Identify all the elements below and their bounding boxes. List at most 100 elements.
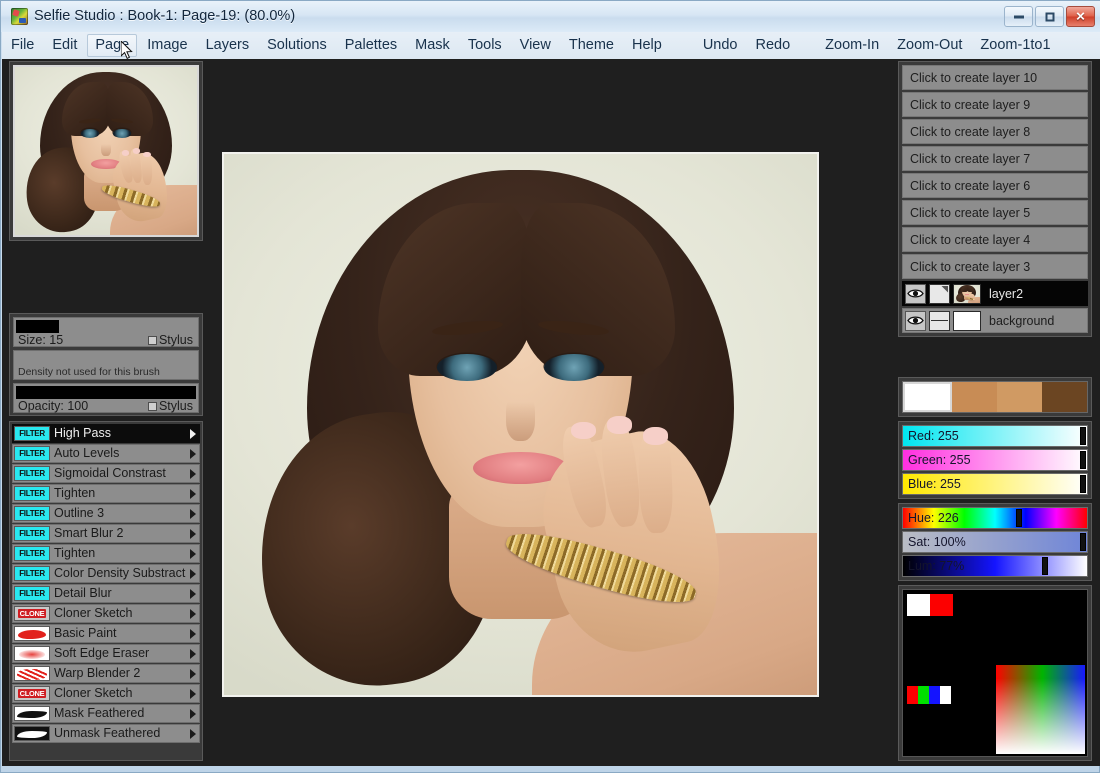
menu-item-page[interactable]: Page [87, 34, 137, 57]
chevron-right-icon[interactable] [190, 729, 196, 739]
palette-swatch[interactable] [903, 382, 952, 412]
luminance-slider[interactable]: Lum: 77% [902, 555, 1088, 577]
tool-item[interactable]: FILTERDetail Blur [12, 584, 200, 603]
saturation-slider-knob[interactable] [1080, 533, 1086, 551]
tool-item[interactable]: FILTERTighten [12, 544, 200, 563]
brush-opacity-slider[interactable]: Opacity: 100 Stylus [13, 383, 199, 413]
blue-slider[interactable]: Blue: 255 [902, 473, 1088, 495]
menu-item-edit[interactable]: Edit [44, 34, 85, 57]
hue-slider[interactable]: Hue: 226 [902, 507, 1088, 529]
tool-item[interactable]: FILTERColor Density Substract [12, 564, 200, 583]
green-slider[interactable]: Green: 255 [902, 449, 1088, 471]
chevron-right-icon[interactable] [190, 469, 196, 479]
preview-thumbnail[interactable] [13, 65, 199, 237]
brush-opacity-stylus-toggle[interactable]: Stylus [148, 399, 193, 413]
picker-gradient-square[interactable] [996, 665, 1085, 754]
chevron-right-icon[interactable] [190, 649, 196, 659]
layer-create-slot[interactable]: Click to create layer 5 [902, 200, 1088, 225]
layer-create-slot[interactable]: Click to create layer 9 [902, 92, 1088, 117]
close-button[interactable]: ✕ [1066, 6, 1095, 27]
picker-swatch-red[interactable] [930, 594, 953, 616]
preview-panel[interactable] [9, 61, 203, 241]
brush-size-stylus-toggle[interactable]: Stylus [148, 333, 193, 347]
tool-item[interactable]: Basic Paint [12, 624, 200, 643]
menu-item-layers[interactable]: Layers [198, 34, 258, 57]
menu-item-view[interactable]: View [512, 34, 559, 57]
chevron-right-icon[interactable] [190, 609, 196, 619]
menu-item-image[interactable]: Image [139, 34, 195, 57]
brush-size-track[interactable] [16, 320, 196, 333]
chevron-right-icon[interactable] [190, 449, 196, 459]
picker-strip-swatch[interactable] [918, 686, 929, 704]
menu-item-zoom-1to1[interactable]: Zoom-1to1 [972, 34, 1058, 57]
palette-swatch[interactable] [1042, 382, 1087, 412]
tool-item[interactable]: FILTERTighten [12, 484, 200, 503]
layer-create-slot[interactable]: Click to create layer 7 [902, 146, 1088, 171]
picker-rgbw-strip[interactable] [907, 686, 951, 704]
checkbox-icon[interactable] [148, 402, 157, 411]
layer-create-slot[interactable]: Click to create layer 6 [902, 173, 1088, 198]
canvas-image[interactable] [222, 152, 819, 697]
layer-create-slot[interactable]: Click to create layer 8 [902, 119, 1088, 144]
chevron-right-icon[interactable] [190, 589, 196, 599]
chevron-right-icon[interactable] [190, 429, 196, 439]
hue-slider-knob[interactable] [1016, 509, 1022, 527]
menu-item-zoom-out[interactable]: Zoom-Out [889, 34, 970, 57]
menu-item-palettes[interactable]: Palettes [337, 34, 405, 57]
brush-opacity-track[interactable] [16, 386, 196, 399]
chevron-right-icon[interactable] [190, 569, 196, 579]
layer-visibility-toggle[interactable] [905, 284, 926, 304]
menu-item-tools[interactable]: Tools [460, 34, 510, 57]
chevron-right-icon[interactable] [190, 489, 196, 499]
layer-row[interactable]: background [902, 308, 1088, 333]
chevron-right-icon[interactable] [190, 669, 196, 679]
page-fold-icon[interactable] [929, 284, 950, 304]
layer-thumbnail[interactable] [953, 311, 981, 331]
menu-item-solutions[interactable]: Solutions [259, 34, 335, 57]
tool-item[interactable]: FILTERAuto Levels [12, 444, 200, 463]
chevron-right-icon[interactable] [190, 549, 196, 559]
tool-item[interactable]: FILTERSmart Blur 2 [12, 524, 200, 543]
tool-item[interactable]: Unmask Feathered [12, 724, 200, 743]
red-slider[interactable]: Red: 255 [902, 425, 1088, 447]
chevron-right-icon[interactable] [190, 629, 196, 639]
tool-item[interactable]: Mask Feathered [12, 704, 200, 723]
tool-item[interactable]: CLONECloner Sketch [12, 604, 200, 623]
menu-item-help[interactable]: Help [624, 34, 670, 57]
split-page-icon[interactable] [929, 311, 950, 331]
red-slider-knob[interactable] [1080, 427, 1086, 445]
tool-item[interactable]: FILTERSigmoidal Constrast [12, 464, 200, 483]
green-slider-knob[interactable] [1080, 451, 1086, 469]
chevron-right-icon[interactable] [190, 509, 196, 519]
menu-item-theme[interactable]: Theme [561, 34, 622, 57]
menu-item-undo[interactable]: Undo [695, 34, 746, 57]
minimize-button[interactable] [1004, 6, 1033, 27]
color-picker-surface[interactable] [902, 589, 1088, 757]
palette-swatch-strip[interactable] [902, 381, 1088, 413]
luminance-slider-knob[interactable] [1042, 557, 1048, 575]
picker-strip-swatch[interactable] [907, 686, 918, 704]
tool-item[interactable]: FILTERHigh Pass [12, 424, 200, 443]
layer-create-slot[interactable]: Click to create layer 3 [902, 254, 1088, 279]
tool-item[interactable]: Warp Blender 2 [12, 664, 200, 683]
checkbox-icon[interactable] [148, 336, 157, 345]
palette-swatch[interactable] [997, 382, 1042, 412]
chevron-right-icon[interactable] [190, 709, 196, 719]
brush-size-slider[interactable]: Size: 15 Stylus [13, 317, 199, 347]
tool-item[interactable]: FILTEROutline 3 [12, 504, 200, 523]
picker-strip-swatch[interactable] [940, 686, 951, 704]
menu-item-mask[interactable]: Mask [407, 34, 458, 57]
chevron-right-icon[interactable] [190, 529, 196, 539]
layer-create-slot[interactable]: Click to create layer 4 [902, 227, 1088, 252]
layer-thumbnail[interactable] [953, 284, 981, 304]
menu-item-zoom-in[interactable]: Zoom-In [817, 34, 887, 57]
menu-item-redo[interactable]: Redo [747, 34, 798, 57]
saturation-slider[interactable]: Sat: 100% [902, 531, 1088, 553]
layer-create-slot[interactable]: Click to create layer 10 [902, 65, 1088, 90]
chevron-right-icon[interactable] [190, 689, 196, 699]
tool-item[interactable]: Soft Edge Eraser [12, 644, 200, 663]
menu-item-file[interactable]: File [3, 34, 42, 57]
blue-slider-knob[interactable] [1080, 475, 1086, 493]
canvas-area[interactable] [212, 59, 892, 766]
palette-swatch[interactable] [952, 382, 997, 412]
